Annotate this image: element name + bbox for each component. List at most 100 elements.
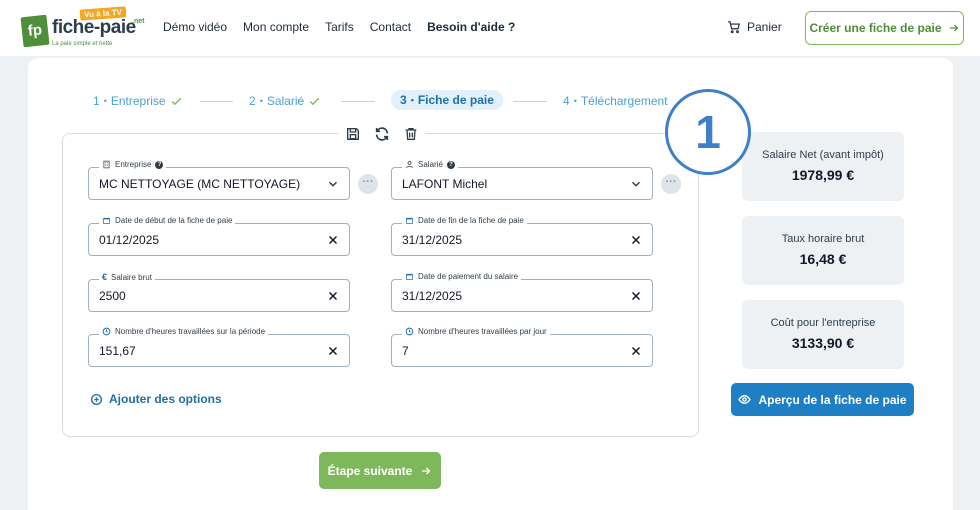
next-step-label: Étape suivante bbox=[327, 463, 413, 478]
step-salarie[interactable]: 2 • Salarié bbox=[249, 94, 321, 108]
clear-icon[interactable] bbox=[629, 344, 643, 358]
step-label: Fiche de paie bbox=[417, 93, 494, 107]
add-options-link[interactable]: Ajouter des options bbox=[90, 392, 222, 406]
summary-net-salary: Salaire Net (avant impôt) 1978,99 € bbox=[742, 132, 904, 201]
salaire-brut-input[interactable]: € Salaire brut 2500 bbox=[88, 272, 350, 312]
top-header: fp Vu à la TV fiche-paie .net La paie si… bbox=[0, 0, 980, 56]
date-debut-label-wrap: Date de début de la fiche de paie bbox=[99, 216, 236, 225]
heures-periode-input[interactable]: Nombre d'heures travaillées sur la pério… bbox=[88, 327, 350, 367]
chevron-down-icon[interactable] bbox=[326, 177, 340, 191]
summary-title: Coût pour l'entreprise bbox=[770, 317, 876, 329]
logo-net: .net bbox=[132, 18, 145, 25]
salarie-more-button[interactable]: ··· bbox=[661, 174, 681, 194]
date-paiement-value: 31/12/2025 bbox=[402, 289, 463, 303]
entreprise-label-wrap: Entreprise ? bbox=[99, 160, 167, 169]
clock-icon bbox=[102, 327, 111, 336]
calendar-icon bbox=[406, 217, 413, 224]
step-number-badge: 1 bbox=[665, 89, 751, 175]
clear-icon[interactable] bbox=[629, 233, 643, 247]
step-connector bbox=[513, 101, 547, 102]
eye-icon bbox=[738, 395, 752, 404]
calendar-icon bbox=[406, 273, 413, 280]
trash-icon[interactable] bbox=[403, 126, 419, 142]
step-fiche-de-paie[interactable]: 3 • Fiche de paie bbox=[391, 90, 503, 110]
step-telechargement[interactable]: 4 • Téléchargement bbox=[563, 94, 668, 108]
chevron-down-icon[interactable] bbox=[629, 177, 643, 191]
summary-value: 1978,99 € bbox=[791, 167, 855, 183]
step-separator: • bbox=[103, 96, 107, 106]
main-nav: Démo vidéo Mon compte Tarifs Contact Bes… bbox=[163, 20, 515, 34]
date-debut-value: 01/12/2025 bbox=[99, 233, 160, 247]
entreprise-select[interactable]: Entreprise ? MC NETTOYAGE (MC NETTOYAGE) bbox=[88, 160, 350, 200]
nav-besoin-aide[interactable]: Besoin d'aide ? bbox=[427, 20, 515, 34]
summary-value: 3133,90 € bbox=[791, 335, 855, 351]
heures-jour-label: Nombre d'heures travaillées par jour bbox=[418, 327, 547, 336]
salaire-brut-label-wrap: € Salaire brut bbox=[99, 272, 155, 282]
create-payslip-label: Créer une fiche de paie bbox=[809, 21, 942, 35]
step-connector bbox=[200, 101, 233, 102]
save-icon[interactable] bbox=[345, 126, 361, 142]
step-entreprise[interactable]: 1 • Entreprise bbox=[93, 94, 183, 108]
next-step-button[interactable]: Étape suivante bbox=[319, 452, 441, 489]
step-number: 1 bbox=[93, 94, 100, 108]
step-label: Salarié bbox=[266, 94, 305, 108]
logo-name: fiche-paie bbox=[52, 17, 136, 38]
date-fin-label: Date de fin de la fiche de paie bbox=[418, 216, 524, 225]
refresh-icon[interactable] bbox=[374, 126, 390, 142]
create-payslip-button[interactable]: Créer une fiche de paie bbox=[805, 11, 964, 45]
date-fin-label-wrap: Date de fin de la fiche de paie bbox=[402, 216, 527, 225]
step-separator: • bbox=[410, 95, 414, 105]
building-icon bbox=[103, 160, 110, 169]
date-fin-input[interactable]: Date de fin de la fiche de paie 31/12/20… bbox=[391, 216, 653, 256]
step-number: 4 bbox=[563, 94, 570, 108]
date-paiement-label-wrap: Date de paiement du salaire bbox=[402, 272, 522, 281]
cart-icon bbox=[728, 21, 740, 34]
help-icon[interactable]: ? bbox=[446, 160, 455, 169]
clear-icon[interactable] bbox=[326, 289, 340, 303]
date-debut-label: Date de début de la fiche de paie bbox=[115, 216, 233, 225]
clock-icon bbox=[405, 327, 414, 336]
nav-contact[interactable]: Contact bbox=[370, 20, 411, 34]
check-icon bbox=[309, 97, 320, 105]
date-fin-value: 31/12/2025 bbox=[402, 233, 463, 247]
step-separator: • bbox=[573, 96, 577, 106]
arrow-right-icon bbox=[949, 24, 958, 32]
nav-demo-video[interactable]: Démo vidéo bbox=[163, 20, 227, 34]
preview-payslip-label: Aperçu de la fiche de paie bbox=[758, 392, 907, 407]
summary-title: Salaire Net (avant impôt) bbox=[762, 149, 884, 161]
nav-mon-compte[interactable]: Mon compte bbox=[243, 20, 309, 34]
date-paiement-input[interactable]: Date de paiement du salaire 31/12/2025 bbox=[391, 272, 653, 312]
user-icon bbox=[406, 161, 413, 169]
cart-label: Panier bbox=[747, 20, 782, 34]
clear-icon[interactable] bbox=[629, 289, 643, 303]
logo-tagline: La paie simple et nette bbox=[52, 41, 113, 47]
step-label: Téléchargement bbox=[580, 94, 668, 108]
euro-icon: € bbox=[102, 272, 108, 282]
clear-icon[interactable] bbox=[326, 344, 340, 358]
salaire-brut-value: 2500 bbox=[99, 289, 126, 303]
form-toolbar bbox=[339, 123, 425, 145]
nav-tarifs[interactable]: Tarifs bbox=[325, 20, 354, 34]
step-separator: • bbox=[259, 96, 263, 106]
heures-jour-input[interactable]: Nombre d'heures travaillées par jour 7 bbox=[391, 327, 653, 367]
summary-employer-cost: Coût pour l'entreprise 3133,90 € bbox=[742, 300, 904, 369]
summary-value: 16,48 € bbox=[799, 251, 847, 267]
step-number: 3 bbox=[400, 93, 407, 107]
step-label: Entreprise bbox=[110, 94, 166, 108]
date-debut-input[interactable]: Date de début de la fiche de paie 01/12/… bbox=[88, 216, 350, 256]
heures-jour-label-wrap: Nombre d'heures travaillées par jour bbox=[402, 327, 550, 336]
date-paiement-label: Date de paiement du salaire bbox=[418, 272, 519, 281]
cart-link[interactable]: Panier bbox=[727, 20, 782, 34]
entreprise-more-button[interactable]: ··· bbox=[358, 174, 378, 194]
salarie-value: LAFONT Michel bbox=[402, 177, 488, 191]
clear-icon[interactable] bbox=[326, 233, 340, 247]
heures-periode-label-wrap: Nombre d'heures travaillées sur la pério… bbox=[99, 327, 269, 336]
site-logo[interactable]: fp Vu à la TV fiche-paie .net La paie si… bbox=[20, 6, 145, 48]
summary-hourly-rate: Taux horaire brut 16,48 € bbox=[742, 216, 904, 285]
help-icon[interactable]: ? bbox=[155, 160, 164, 169]
preview-payslip-button[interactable]: Aperçu de la fiche de paie bbox=[731, 383, 914, 416]
salaire-brut-label: Salaire brut bbox=[111, 272, 152, 282]
entreprise-value: MC NETTOYAGE (MC NETTOYAGE) bbox=[99, 177, 301, 191]
salarie-label-wrap: Salarié ? bbox=[402, 160, 458, 169]
salarie-select[interactable]: Salarié ? LAFONT Michel bbox=[391, 160, 653, 200]
